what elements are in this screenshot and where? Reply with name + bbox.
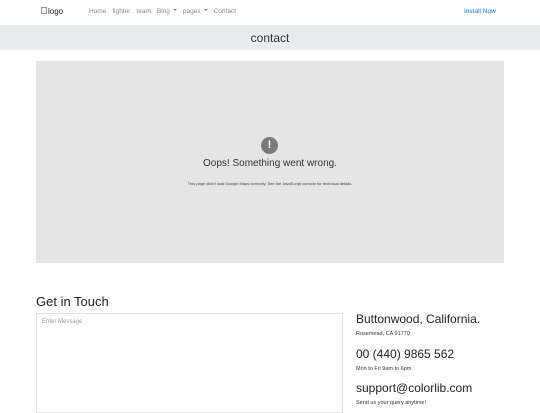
exclamation-icon: ! <box>261 137 278 154</box>
broken-image-icon <box>41 7 47 14</box>
nav-item-label: Blog <box>156 8 170 15</box>
page-header: contact <box>0 25 540 50</box>
phone-sub: Mon to Fri 9am to 6pm <box>356 366 412 372</box>
nav-item-label: fighter <box>112 8 131 15</box>
nav-item-blog[interactable]: Blog <box>157 7 177 17</box>
phone-main: 00 (440) 9865 562 <box>356 347 455 361</box>
nav-item-home[interactable]: Home <box>89 7 106 17</box>
map-embed[interactable]: ! Oops! Something went wrong. This page … <box>36 61 504 263</box>
address-sub: Rosemead, CA 91770 <box>356 331 410 337</box>
nav-item-contact[interactable]: Contact <box>214 7 236 17</box>
navbar: logo Home fighter team Blog pages Contac… <box>0 0 540 25</box>
chevron-down-icon <box>203 9 208 12</box>
nav-item-label: pages <box>182 8 201 15</box>
map-error-detail: This page didn't load Google Maps correc… <box>187 181 353 186</box>
nav-item-label: team <box>136 8 151 15</box>
logo-link[interactable]: logo <box>41 6 63 18</box>
nav-menu: Home fighter team Blog pages Contact <box>89 7 236 17</box>
message-field[interactable] <box>36 313 343 413</box>
address-block: Buttonwood, California. Rosemead, CA 917… <box>356 312 480 338</box>
nav-item-label: Home <box>89 8 107 15</box>
nav-item-pages[interactable]: pages <box>183 7 208 17</box>
chevron-down-icon <box>172 9 177 12</box>
logo-alt-text: logo <box>48 7 64 16</box>
email-block: support@colorlib.com Send us your query … <box>356 381 472 407</box>
page-title: contact <box>250 31 290 45</box>
email-main: support@colorlib.com <box>356 381 473 395</box>
nav-item-team[interactable]: team <box>136 7 150 17</box>
phone-block: 00 (440) 9865 562 Mon to Fri 9am to 6pm <box>356 347 454 373</box>
get-in-touch-heading: Get in Touch <box>36 294 109 309</box>
nav-item-fighter[interactable]: fighter <box>112 7 130 17</box>
nav-item-label: Contact <box>213 8 237 15</box>
install-now-button[interactable]: Install Now <box>464 7 496 17</box>
address-main: Buttonwood, California. <box>356 312 481 326</box>
map-error-title: Oops! Something went wrong. <box>203 158 337 169</box>
email-sub: Send us your query anytime! <box>356 400 427 406</box>
